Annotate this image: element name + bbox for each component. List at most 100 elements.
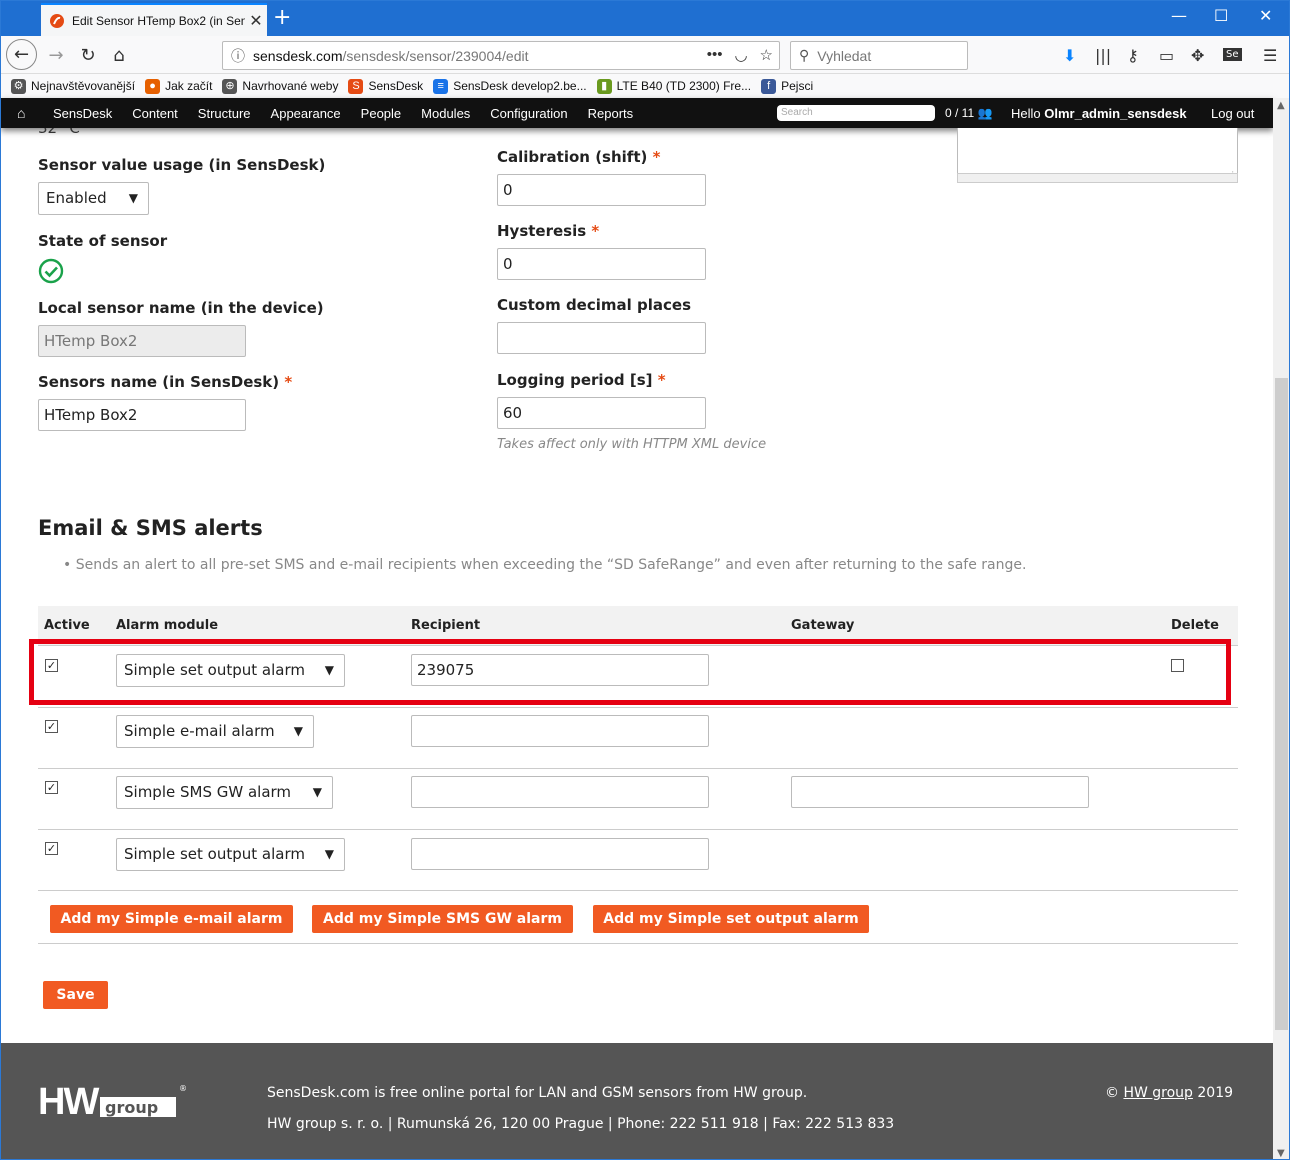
pocket-icon[interactable]: ◡ xyxy=(734,46,747,64)
logout-link[interactable]: Log out xyxy=(1211,106,1254,121)
logging-label-text: Logging period [s] xyxy=(497,371,653,389)
admin-menu-modules[interactable]: Modules xyxy=(421,106,470,121)
scrollbar[interactable]: ▲ ▼ xyxy=(1273,98,1289,1159)
decimal-label: Custom decimal places xyxy=(497,296,691,314)
minimize-icon[interactable]: — xyxy=(1171,6,1187,25)
url-bar[interactable]: ⓘ sensdesk.com/sensdesk/sensor/239004/ed… xyxy=(222,41,780,70)
menu-icon[interactable]: ☰ xyxy=(1263,46,1277,65)
bookmark-item[interactable]: ≡ SensDesk develop2.be... xyxy=(433,78,587,94)
gateway-input[interactable] xyxy=(791,776,1089,808)
sensor-name-label: Sensors name (in SensDesk) * xyxy=(38,373,292,391)
admin-menu-sensdesk[interactable]: SensDesk xyxy=(53,106,112,121)
hysteresis-label: Hysteresis * xyxy=(497,222,599,240)
bookmark-item[interactable]: f Pejsci xyxy=(761,78,814,94)
admin-menu-content[interactable]: Content xyxy=(132,106,178,121)
hysteresis-field[interactable]: 0 xyxy=(497,248,706,280)
browser-tab[interactable]: Edit Sensor HTemp Box2 (in Sen ✕ xyxy=(41,3,267,36)
hysteresis-label-text: Hysteresis xyxy=(497,222,587,240)
active-checkbox[interactable]: ✓ xyxy=(45,781,58,794)
chevron-down-icon: ▼ xyxy=(324,847,334,861)
selenium-icon[interactable]: Se xyxy=(1223,48,1242,61)
close-tab-icon[interactable]: ✕ xyxy=(245,11,267,31)
logging-field[interactable]: 60 xyxy=(497,397,706,429)
docs-icon: ≡ xyxy=(433,78,449,94)
signal-icon: ▮ xyxy=(596,78,612,94)
bookmark-star-icon[interactable]: ☆ xyxy=(760,46,773,64)
url-domain: sensdesk.com xyxy=(253,47,343,64)
bullet: • xyxy=(63,557,76,573)
svg-text:group: group xyxy=(105,1098,158,1117)
add-set-output-alarm-button[interactable]: Add my Simple set output alarm xyxy=(593,905,869,933)
col-gateway: Gateway xyxy=(791,618,855,633)
search-input[interactable]: ⚲ Vyhledat xyxy=(790,41,968,70)
admin-search-input[interactable]: Search xyxy=(777,105,935,121)
active-checkbox[interactable]: ✓ xyxy=(45,842,58,855)
chevron-down-icon: ▼ xyxy=(293,724,303,738)
bookmark-label: Pejsci xyxy=(781,79,814,93)
admin-menu-people[interactable]: People xyxy=(361,106,401,121)
alerts-heading: Email & SMS alerts xyxy=(38,516,263,540)
admin-menu-reports[interactable]: Reports xyxy=(588,106,634,121)
required-mark: * xyxy=(591,222,600,240)
required-mark: * xyxy=(284,373,293,391)
alarm-module-select[interactable]: Simple e-mail alarm ▼ xyxy=(116,715,314,748)
decimal-field[interactable] xyxy=(497,322,706,354)
admin-menu-configuration[interactable]: Configuration xyxy=(490,106,567,121)
active-checkbox[interactable]: ✓ xyxy=(45,720,58,733)
alerts-description-text: Sends an alert to all pre-set SMS and e-… xyxy=(75,557,1027,573)
admin-menu-structure[interactable]: Structure xyxy=(198,106,251,121)
recipient-input[interactable] xyxy=(411,776,709,808)
tab-title: Edit Sensor HTemp Box2 (in Sen xyxy=(72,13,245,28)
add-sms-gw-alarm-button[interactable]: Add my Simple SMS GW alarm xyxy=(312,905,573,933)
bookmark-item[interactable]: ● Jak začít xyxy=(145,78,213,94)
required-mark: * xyxy=(652,148,661,166)
admin-menu-appearance[interactable]: Appearance xyxy=(271,106,341,121)
alarm-module-select[interactable]: Simple set output alarm ▼ xyxy=(116,838,345,871)
info-icon[interactable]: ⓘ xyxy=(223,46,253,66)
alarm-module-value: Simple set output alarm xyxy=(124,845,305,863)
add-email-alarm-button[interactable]: Add my Simple e-mail alarm xyxy=(50,905,293,933)
bookmark-item[interactable]: S SensDesk xyxy=(348,78,423,94)
calibration-label-text: Calibration (shift) xyxy=(497,148,648,166)
user-count: 0 / 11 👥 xyxy=(945,106,992,120)
bookmark-item[interactable]: ▮ LTE B40 (TD 2300) Fre... xyxy=(596,78,751,94)
sensor-usage-select[interactable]: Enabled ▼ xyxy=(38,182,149,215)
extension-icon[interactable]: ✥ xyxy=(1191,46,1204,65)
alarm-module-select[interactable]: Simple SMS GW alarm ▼ xyxy=(116,776,333,809)
scroll-up-icon[interactable]: ▲ xyxy=(1277,100,1285,111)
recipient-input[interactable] xyxy=(411,715,709,747)
url-path: /sensdesk/sensor/239004/edit xyxy=(342,47,529,64)
reload-icon[interactable]: ↻ xyxy=(73,41,103,69)
library-icon[interactable]: ||| xyxy=(1095,46,1111,65)
page-actions-icon[interactable]: ••• xyxy=(707,46,723,64)
scroll-down-icon[interactable]: ▼ xyxy=(1277,1148,1285,1159)
alarm-module-value: Simple SMS GW alarm xyxy=(124,783,292,801)
save-button[interactable]: Save xyxy=(43,981,108,1009)
forward-icon[interactable]: → xyxy=(41,41,71,69)
bookmark-item[interactable]: ⊕ Navrhované weby xyxy=(222,78,338,94)
textarea-grippie[interactable] xyxy=(957,173,1238,183)
new-tab-icon[interactable]: + xyxy=(273,5,291,30)
search-placeholder: Vyhledat xyxy=(817,47,872,64)
home-icon[interactable]: ⌂ xyxy=(104,41,134,69)
footer-line2: HW group s. r. o. | Rumunská 26, 120 00 … xyxy=(267,1116,895,1132)
key-icon[interactable]: ⚷ xyxy=(1127,46,1139,65)
col-delete: Delete xyxy=(1171,618,1219,633)
scrollbar-thumb[interactable] xyxy=(1275,378,1288,1030)
back-icon[interactable]: ← xyxy=(6,39,37,70)
recipient-input[interactable] xyxy=(411,838,709,870)
sensor-name-field[interactable]: HTemp Box2 xyxy=(38,399,246,431)
username[interactable]: Olmr_admin_sensdesk xyxy=(1044,106,1186,121)
maximize-icon[interactable]: ☐ xyxy=(1214,6,1228,25)
firefox-icon: ● xyxy=(145,78,161,94)
calibration-field[interactable]: 0 xyxy=(497,174,706,206)
bookmark-label: Jak začít xyxy=(165,79,213,93)
admin-home-icon[interactable]: ⌂ xyxy=(17,105,39,121)
hw-group-link[interactable]: HW group xyxy=(1123,1085,1192,1101)
bookmark-item[interactable]: ⚙ Nejnavštěvovanější xyxy=(11,78,135,94)
download-icon[interactable]: ⬇ xyxy=(1063,46,1076,65)
close-window-icon[interactable]: ✕ xyxy=(1259,6,1272,25)
search-icon: ⚲ xyxy=(799,47,810,63)
sidebar-icon[interactable]: ▭ xyxy=(1159,46,1174,65)
table-row: ✓ Simple e-mail alarm ▼ xyxy=(38,708,1238,769)
